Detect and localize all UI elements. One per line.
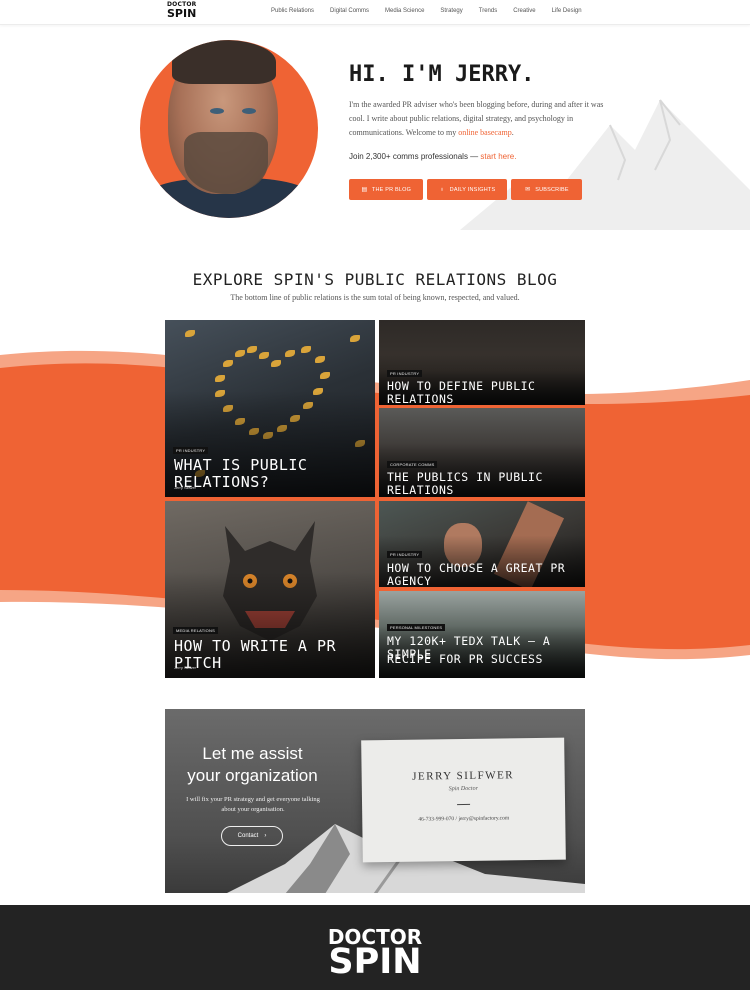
start-here-link[interactable]: start here. [480, 152, 516, 161]
blog-card-tedx-talk[interactable]: PERSONAL MILESTONES MY 120K+ TEDX TALK —… [379, 591, 585, 678]
blog-card-choose-pr-agency[interactable]: PR INDUSTRY HOW TO CHOOSE A GREAT PR AGE… [379, 501, 585, 587]
footer: DOCTOR SPIN [0, 905, 750, 990]
card-tag: PR INDUSTRY [173, 447, 209, 454]
blog-section-title: EXPLORE SPIN'S PUBLIC RELATIONS BLOG [192, 270, 558, 289]
blog-card-write-pr-pitch[interactable]: MEDIA RELATIONS HOW TO WRITE A PR PITCH … [165, 501, 375, 678]
blog-card-what-is-pr[interactable]: PR INDUSTRY WHAT IS PUBLIC RELATIONS? Je… [165, 320, 375, 497]
contact-text: I will fix your PR strategy and get ever… [186, 796, 320, 813]
card-author: Jerry Silfwer [174, 485, 197, 490]
daily-insights-button[interactable]: ♁ DAILY INSIGHTS [427, 179, 507, 200]
nav-item-public-relations[interactable]: Public Relations [271, 8, 314, 14]
nav-item-trends[interactable]: Trends [479, 8, 497, 14]
business-card-contact: 46-733-999-070 / jerry@spinfactory.com [418, 815, 510, 823]
envelope-icon: ✉ [525, 187, 531, 193]
card-title-line-2: RECIPE FOR PR SUCCESS [387, 652, 543, 666]
card-title: HOW TO WRITE A PR PITCH [174, 637, 337, 673]
card-title: THE PUBLICS IN PUBLIC RELATIONS [387, 470, 543, 497]
card-tag: PERSONAL MILESTONES [387, 624, 446, 631]
orange-wave-background [0, 350, 750, 660]
subscribe-button[interactable]: ✉ SUBSCRIBE [511, 179, 582, 200]
nav-item-digital-comms[interactable]: Digital Comms [330, 8, 369, 14]
pr-blog-button[interactable]: ▤ THE PR BLOG [349, 179, 423, 200]
business-card-role: Spin Doctor [448, 785, 478, 793]
hero-title: HI. I'M JERRY. [349, 62, 535, 87]
hero-buttons: ▤ THE PR BLOG ♁ DAILY INSIGHTS ✉ SUBSCRI… [349, 179, 582, 200]
footer-logo-line-2: SPIN [328, 942, 422, 982]
blog-card-publics-in-pr[interactable]: CORPORATE COMMS THE PUBLICS IN PUBLIC RE… [379, 408, 585, 497]
online-basecamp-link[interactable]: online basecamp [458, 128, 512, 137]
nav-item-life-design[interactable]: Life Design [552, 8, 582, 14]
hero-intro: I'm the awarded PR adviser who's been bl… [349, 100, 604, 137]
card-title: WHAT IS PUBLIC RELATIONS? [174, 456, 308, 492]
top-navbar: DOCTOR SPIN Public Relations Digital Com… [0, 0, 750, 25]
blog-section-subtitle: The bottom line of public relations is t… [230, 293, 520, 302]
card-tag: CORPORATE COMMS [387, 461, 438, 468]
blog-card-define-pr[interactable]: PR INDUSTRY HOW TO DEFINE PUBLIC RELATIO… [379, 320, 585, 405]
footer-logo[interactable]: DOCTOR SPIN [0, 927, 750, 980]
card-tag: MEDIA RELATIONS [173, 627, 218, 634]
card-title: HOW TO DEFINE PUBLIC RELATIONS [387, 379, 536, 405]
nav-item-creative[interactable]: Creative [513, 8, 535, 14]
logo-line-2: SPIN [167, 7, 197, 20]
card-title: HOW TO CHOOSE A GREAT PR AGENCY [387, 561, 566, 587]
business-card-name: JERRY SILFWER [412, 769, 515, 783]
main-menu: Public Relations Digital Comms Media Sci… [271, 8, 598, 14]
nav-item-media-science[interactable]: Media Science [385, 8, 424, 14]
card-tag: PR INDUSTRY [387, 551, 423, 558]
contact-banner: Let me assist your organization I will f… [165, 709, 585, 893]
chevron-right-icon: › [264, 833, 267, 839]
contact-heading: Let me assist your organization [187, 744, 318, 785]
hero-join: Join 2,300+ comms professionals — start … [349, 152, 517, 161]
lightbulb-icon: ♁ [439, 186, 445, 193]
site-logo[interactable]: DOCTOR SPIN [167, 2, 197, 20]
profile-photo [140, 40, 318, 218]
card-tag: PR INDUSTRY [387, 370, 423, 377]
contact-button[interactable]: Contact › [221, 826, 283, 846]
business-card: JERRY SILFWER Spin Doctor 46-733-999-070… [361, 737, 566, 863]
nav-item-strategy[interactable]: Strategy [440, 8, 462, 14]
card-author: Jerry Silfwer [174, 665, 197, 670]
document-icon: ▤ [361, 187, 368, 193]
